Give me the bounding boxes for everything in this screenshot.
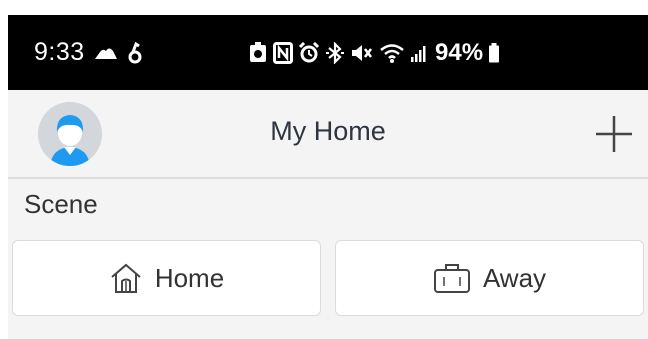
user-avatar-icon[interactable]	[38, 102, 102, 166]
bluetooth-icon	[325, 41, 345, 64]
battery-percentage: 94%	[435, 38, 484, 66]
battery-icon	[488, 42, 500, 64]
mute-icon	[350, 42, 374, 64]
house-icon	[109, 262, 143, 294]
status-right: 94%	[248, 15, 500, 90]
app-notification-icon	[127, 41, 143, 64]
plus-icon	[592, 116, 636, 159]
wifi-icon	[379, 42, 405, 64]
status-left: 9:33	[34, 15, 143, 90]
add-button[interactable]	[592, 112, 636, 156]
scene-home-label: Home	[154, 262, 225, 293]
scene-away-button[interactable]: Away	[335, 240, 644, 316]
app-header: My Home	[8, 90, 648, 179]
page-title: My Home	[270, 116, 386, 146]
badge-icon	[248, 41, 268, 64]
nfc-icon	[273, 41, 293, 64]
status-bar: 9:33 94%	[8, 15, 648, 90]
scene-away-label: Away	[482, 262, 547, 293]
alarm-icon	[298, 41, 320, 64]
status-time: 9:33	[34, 38, 85, 66]
scene-section: Scene Home Away	[8, 179, 648, 339]
scene-section-title: Scene	[24, 189, 98, 219]
signal-icon	[410, 42, 428, 64]
cloud-icon	[93, 45, 119, 61]
scene-home-button[interactable]: Home	[12, 240, 321, 316]
briefcase-icon	[433, 262, 471, 294]
app-screen: 9:33 94% My Home Scene Home Away	[0, 0, 648, 339]
